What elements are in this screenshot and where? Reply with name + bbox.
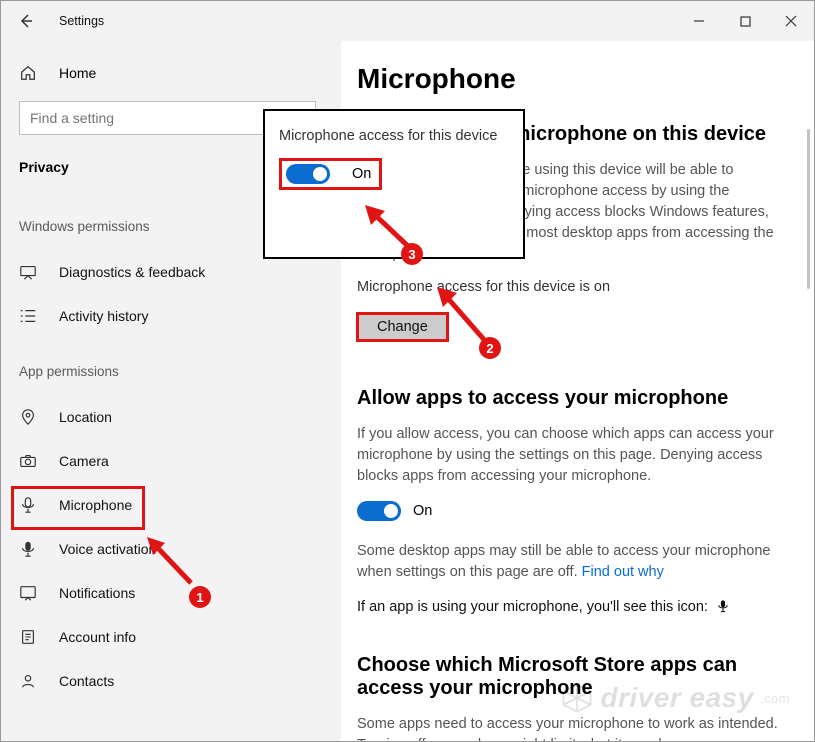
sidebar-home-label: Home — [59, 65, 96, 81]
allow-apps-toggle-label: On — [413, 503, 432, 519]
section2-note-text: Some desktop apps may still be able to a… — [357, 543, 770, 580]
history-icon — [19, 307, 41, 325]
mic-access-popup: Microphone access for this device On — [263, 109, 525, 259]
icon-line-text: If an app is using your microphone, you'… — [357, 599, 708, 615]
scrollbar[interactable] — [807, 129, 810, 289]
notifications-icon — [19, 584, 41, 602]
feedback-icon — [19, 263, 41, 281]
section2-icon-line: If an app is using your microphone, you'… — [357, 597, 780, 618]
page-title: Microphone — [357, 63, 780, 95]
sidebar-item-account[interactable]: Account info — [1, 615, 341, 659]
group-label-app: App permissions — [1, 338, 341, 395]
annotation-badge-1: 1 — [189, 586, 211, 608]
account-icon — [19, 628, 41, 646]
voice-icon — [19, 540, 41, 558]
find-out-why-link[interactable]: Find out why — [582, 564, 664, 580]
contacts-icon — [19, 672, 41, 690]
sidebar-item-label: Notifications — [59, 585, 135, 601]
sidebar-item-contacts[interactable]: Contacts — [1, 659, 341, 703]
maximize-icon — [740, 16, 751, 27]
sidebar-item-label: Diagnostics & feedback — [59, 264, 205, 280]
window-title: Settings — [59, 14, 104, 28]
watermark: driver easy .com — [560, 681, 790, 715]
sidebar-item-label: Location — [59, 409, 112, 425]
sidebar-item-label: Contacts — [59, 673, 114, 689]
sidebar-item-camera[interactable]: Camera — [1, 439, 341, 483]
back-button[interactable] — [1, 1, 51, 41]
watermark-text: driver easy — [600, 682, 753, 714]
sidebar-item-label: Voice activation — [59, 541, 156, 557]
section1-status: Microphone access for this device is on — [357, 279, 780, 295]
section2-note: Some desktop apps may still be able to a… — [357, 541, 780, 583]
section3-body: Some apps need to access your microphone… — [357, 714, 780, 741]
microphone-icon — [19, 496, 41, 514]
popup-toggle-wrap: On — [279, 158, 382, 190]
sidebar-home[interactable]: Home — [1, 53, 341, 93]
window-controls — [676, 1, 814, 41]
maximize-button[interactable] — [722, 1, 768, 41]
change-button[interactable]: Change — [357, 313, 448, 341]
popup-toggle-label: On — [352, 166, 371, 182]
titlebar: Settings — [1, 1, 814, 41]
sidebar-item-label: Camera — [59, 453, 109, 469]
minimize-button[interactable] — [676, 1, 722, 41]
camera-icon — [19, 452, 41, 470]
watermark-logo-icon — [560, 681, 594, 715]
popup-toggle[interactable] — [286, 164, 330, 184]
section2-title: Allow apps to access your microphone — [357, 387, 780, 410]
annotation-badge-3: 3 — [401, 243, 423, 265]
microphone-status-icon — [716, 599, 730, 613]
sidebar-item-label: Microphone — [59, 497, 132, 513]
section2-body: If you allow access, you can choose whic… — [357, 424, 780, 487]
minimize-icon — [693, 15, 705, 27]
sidebar-item-voice[interactable]: Voice activation — [1, 527, 341, 571]
close-icon — [785, 15, 797, 27]
allow-apps-toggle-row: On — [357, 501, 780, 521]
search-input[interactable] — [30, 110, 287, 126]
sidebar-item-activity[interactable]: Activity history — [1, 294, 341, 338]
home-icon — [19, 64, 41, 82]
allow-apps-toggle[interactable] — [357, 501, 401, 521]
location-icon — [19, 408, 41, 426]
watermark-sub: .com — [760, 691, 790, 706]
sidebar-item-label: Activity history — [59, 308, 148, 324]
arrow-left-icon — [18, 13, 34, 29]
annotation-badge-2: 2 — [479, 337, 501, 359]
sidebar-item-notifications[interactable]: Notifications — [1, 571, 341, 615]
sidebar-item-microphone[interactable]: Microphone — [1, 483, 341, 527]
sidebar-item-label: Account info — [59, 629, 136, 645]
sidebar-item-location[interactable]: Location — [1, 395, 341, 439]
close-button[interactable] — [768, 1, 814, 41]
popup-label: Microphone access for this device — [279, 127, 509, 146]
